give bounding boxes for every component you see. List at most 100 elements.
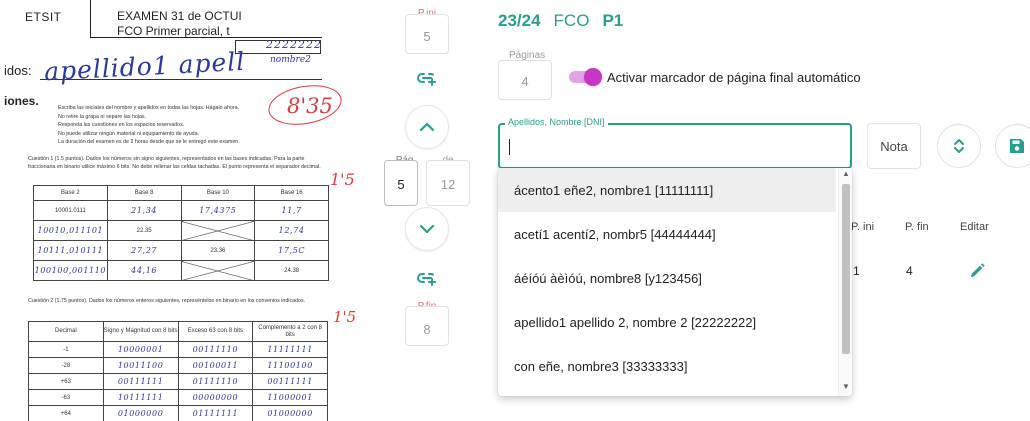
pfin-value: 8	[423, 322, 431, 337]
table-cell: 00111111	[102, 373, 179, 390]
table-cell: 27,27	[106, 240, 182, 261]
table-header: Signo y Magnitud con 8 bits	[102, 321, 179, 342]
chevron-down-icon	[419, 224, 435, 234]
exam-institution: ETSIT	[25, 10, 62, 24]
table-cell: +63	[28, 373, 104, 390]
edit-pencil-icon[interactable]	[968, 262, 986, 285]
scroll-up-arrow-icon[interactable]: ▲	[839, 169, 852, 178]
table-cell: +64	[28, 405, 104, 421]
table-cell: 01000000	[252, 405, 328, 421]
row-pfin-value: 4	[906, 264, 913, 278]
table-row: -1 10000001 00111110 11111111	[28, 341, 328, 358]
question-2-text: Cuestión 2 (1.75 puntos). Dados los núme…	[28, 298, 306, 304]
table-row: 10111,010111 27,27 23.36 17,5C	[33, 240, 329, 261]
set-end-page-link-icon[interactable]	[417, 270, 437, 291]
auto-end-page-label: Activar marcador de página final automát…	[607, 70, 861, 85]
save-button[interactable]	[995, 124, 1030, 168]
question-1-score: 1'5	[330, 170, 355, 189]
table-cell: 12,74	[254, 220, 329, 241]
dropdown-option[interactable]: apellido1 apellido 2, nombre 2 [22222222…	[498, 300, 836, 344]
exam-subtitle: FCO Primer parcial, t	[117, 24, 230, 38]
scroll-down-arrow-icon[interactable]: ▼	[839, 382, 852, 391]
table-cell: 10001.0111	[33, 200, 108, 221]
table-cell: 01111110	[177, 373, 254, 390]
table-cell: 01111111	[177, 405, 254, 421]
table-header: Base 10	[180, 185, 256, 201]
toggle-knob	[584, 68, 602, 86]
column-header-pini: P. ini	[851, 221, 875, 233]
table-cell: 10000001	[102, 341, 179, 358]
question-1-table: Base 2 Base 8 Base 10 Base 16 10001.0111…	[33, 185, 329, 281]
table-cell: 10011100	[102, 357, 179, 374]
table-row: +64 01000000 01111111 01000000	[28, 405, 328, 421]
dropdown-option[interactable]: con eñe, nombre3 [33333333]	[498, 344, 836, 388]
table-cell: 21,34	[106, 200, 182, 221]
page-title: 23/24 FCO P1	[498, 11, 636, 31]
table-cell: 00100011	[177, 357, 254, 374]
table-row: -63 10111111 00000000 11000001	[28, 389, 328, 406]
handwritten-name: apellido1 apell	[43, 46, 246, 87]
rule-item: No puede utilizar ningún material ni equ…	[58, 130, 200, 137]
table-cell: 17,4375	[180, 200, 256, 221]
rule-item: Escriba las iniciales del nombre y apell…	[58, 105, 240, 111]
row-pini-value: 1	[853, 264, 860, 278]
question-1-text: Cuestión 1 (1.5 puntos). Dados los númer…	[28, 156, 321, 170]
table-cell: 11111111	[252, 341, 328, 358]
label-names: idos:	[4, 63, 32, 78]
table-cell: 11,7	[254, 200, 329, 221]
dropdown-option[interactable]: acetí1 acentí2, nombr5 [44444444]	[498, 212, 836, 256]
auto-end-page-toggle[interactable]	[569, 68, 602, 86]
subject-name: FCO	[553, 11, 590, 30]
table-header: Exceso 63 con 8 bits	[177, 321, 254, 342]
table-header: Complemento a 2 con 8 bits	[252, 321, 328, 342]
table-cell: 100100,001110	[33, 260, 108, 281]
table-row: -28 10011100 00100011 11100100	[28, 357, 328, 374]
question-2-table: Decimal Signo y Magnitud con 8 bits Exce…	[28, 321, 328, 421]
table-cell: 00111111	[252, 373, 328, 390]
handwritten-grade: 8'35	[287, 94, 333, 118]
save-icon	[1010, 139, 1024, 153]
table-cell: 11000001	[252, 389, 328, 406]
table-header: Decimal	[28, 321, 104, 342]
table-row: 100100,001110 44,16 24.38	[33, 260, 329, 281]
exam-rules: Escriba las iniciales del nombre y apell…	[58, 104, 286, 147]
current-page-value: 5	[397, 177, 405, 192]
table-header: Base 8	[106, 185, 182, 201]
student-search-input[interactable]	[498, 123, 852, 169]
table-cell: 00111110	[177, 341, 254, 358]
next-page-button[interactable]	[405, 207, 449, 251]
table-cell: 00000000	[177, 389, 254, 406]
previous-page-button[interactable]	[405, 105, 449, 149]
table-cell: 17,5C	[254, 240, 329, 261]
dropdown-option[interactable]: áéíóú àèìóú, nombre8 [y123456]	[498, 256, 836, 300]
table-cell: -63	[28, 389, 104, 406]
rule-item: La duración del examen es de 2 horas des…	[58, 139, 240, 146]
table-cell: 44,16	[106, 260, 182, 281]
table-header: Base 2	[33, 185, 108, 201]
total-pages-value: 12	[440, 177, 456, 192]
dropdown-scrollbar[interactable]: ▲ ▼	[838, 168, 852, 396]
table-header: Base 16	[254, 185, 329, 201]
grade-label: Nota	[880, 139, 908, 154]
table-cell: 01000000	[102, 405, 179, 421]
dropdown-option[interactable]: ácento1 eñe2, nombre1 [11111111]	[498, 168, 836, 212]
table-row: 10010,011101 22.35 12,74	[33, 220, 329, 241]
handwritten-dni: 2222222	[266, 38, 322, 51]
pages-value: 4	[521, 74, 529, 89]
column-header-edit: Editar	[960, 221, 989, 233]
pini-value: 5	[423, 29, 431, 44]
rule-item: No retire la grapa ni separe las hojas.	[58, 113, 147, 120]
table-cell: -1	[28, 341, 104, 358]
crossed-cell	[180, 220, 256, 241]
question-2-score: 1'5	[333, 308, 357, 326]
crossed-cell	[180, 260, 256, 281]
table-row: +63 00111111 01111110 00111111	[28, 373, 328, 390]
set-start-page-link-icon[interactable]	[417, 70, 437, 91]
table-cell: 22.35	[106, 220, 182, 241]
table-cell: 10010,011101	[33, 220, 108, 241]
exam-part: P1	[602, 11, 624, 30]
exam-title: EXAMEN 31 de OCTUI	[117, 9, 242, 23]
scroll-thumb[interactable]	[842, 184, 850, 354]
sort-button[interactable]	[937, 124, 981, 168]
column-header-pfin: P. fin	[905, 221, 929, 233]
